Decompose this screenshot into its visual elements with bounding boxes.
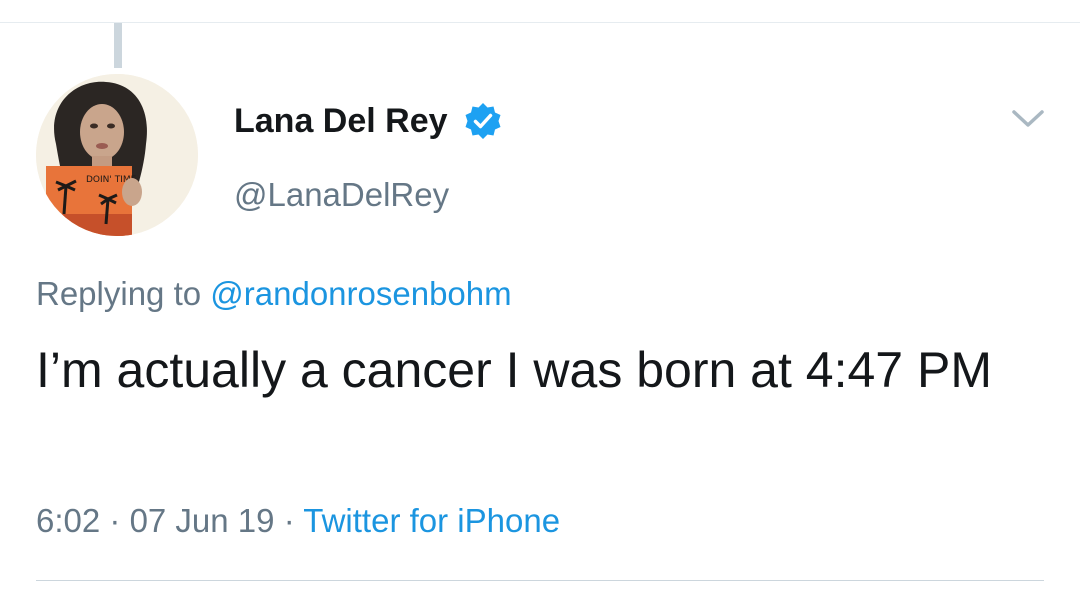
avatar[interactable]: DOIN' TIME xyxy=(36,74,198,236)
tweet-text: I’m actually a cancer I was born at 4:47… xyxy=(36,342,992,398)
author-handle[interactable]: @LanaDelRey xyxy=(234,174,449,216)
avatar-image: DOIN' TIME xyxy=(36,74,198,236)
meta-separator: · xyxy=(100,502,130,539)
meta-separator: · xyxy=(274,502,304,539)
replying-to-mention-link[interactable]: @randonrosenbohm xyxy=(210,275,511,312)
top-divider xyxy=(0,0,1080,23)
tweet-time[interactable]: 6:02 xyxy=(36,502,100,539)
tweet-meta: 6:02 · 07 Jun 19 · Twitter for iPhone xyxy=(36,500,560,542)
tweet-date[interactable]: 07 Jun 19 xyxy=(130,502,275,539)
tweet-source-link[interactable]: Twitter for iPhone xyxy=(303,502,560,539)
verified-badge-icon xyxy=(463,101,503,141)
thread-connector-line xyxy=(114,23,122,68)
replying-to-label: Replying to xyxy=(36,275,211,312)
replying-to-line: Replying to @randonrosenbohm xyxy=(36,273,512,315)
author-display-name[interactable]: Lana Del Rey xyxy=(234,100,448,142)
chevron-down-icon[interactable] xyxy=(1008,102,1048,136)
bottom-divider xyxy=(36,580,1044,581)
